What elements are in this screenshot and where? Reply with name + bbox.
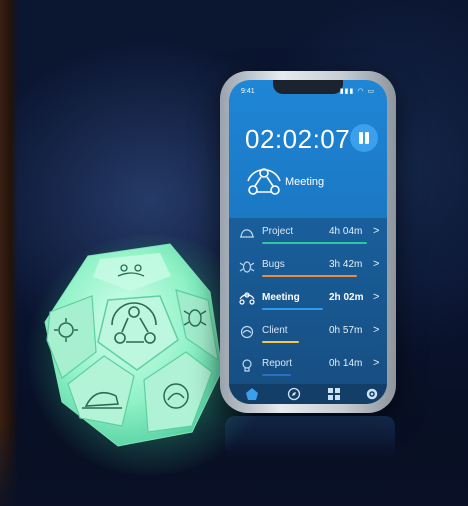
chevron-right-icon: > <box>373 225 380 237</box>
pause-button[interactable] <box>350 124 378 152</box>
status-icons: ▮▮▮ ◠ ▭ <box>339 88 375 95</box>
status-time: 9:41 <box>241 88 255 95</box>
task-row-project[interactable]: Project 4h 04m > <box>229 218 387 251</box>
task-time: 4h 04m <box>329 226 363 237</box>
home-icon[interactable] <box>245 387 259 401</box>
compass-icon[interactable] <box>287 387 301 401</box>
task-list: Project 4h 04m > Bugs 3h 42m > Meeting 2… <box>229 218 387 384</box>
phone-notch <box>273 80 343 94</box>
task-name: Bugs <box>262 259 285 270</box>
task-time: 0h 14m <box>329 358 363 369</box>
chevron-right-icon: > <box>373 324 380 336</box>
phone-reflection <box>225 416 395 458</box>
grid-icon[interactable] <box>327 387 341 401</box>
timer-display: 02:02:07 <box>245 124 351 154</box>
task-progress-bar <box>262 308 323 310</box>
pause-icon-bar <box>359 132 363 144</box>
task-time: 2h 02m <box>329 292 364 303</box>
task-name: Meeting <box>262 292 300 303</box>
meeting-icon <box>239 292 255 305</box>
task-name: Client <box>262 325 288 336</box>
task-progress-bar <box>262 374 291 376</box>
task-row-client[interactable]: Client 0h 57m > <box>229 317 387 350</box>
current-activity-label: Meeting <box>285 176 325 188</box>
chevron-right-icon: > <box>373 357 380 369</box>
chevron-right-icon: > <box>373 258 380 270</box>
task-name: Report <box>262 358 293 369</box>
gear-icon[interactable] <box>365 387 379 401</box>
bug-icon <box>239 261 255 273</box>
status-bar: 9:41 ▮▮▮ ◠ ▭ <box>229 80 387 102</box>
task-progress-bar <box>262 242 367 244</box>
task-time: 0h 57m <box>329 325 363 336</box>
task-time: 3h 42m <box>329 259 363 270</box>
task-progress-bar <box>262 341 299 343</box>
lightbulb-icon <box>242 359 252 372</box>
scene: 9:41 ▮▮▮ ◠ ▭ 02:02:07 Meeting Project 4h… <box>0 0 468 506</box>
task-row-meeting[interactable]: Meeting 2h 02m > <box>229 284 387 317</box>
pause-icon-bar <box>365 132 369 144</box>
tab-bar <box>229 384 387 404</box>
task-row-bugs[interactable]: Bugs 3h 42m > <box>229 251 387 284</box>
handshake-icon <box>240 325 254 339</box>
task-row-report[interactable]: Report 0h 14m > <box>229 350 387 383</box>
task-progress-bar <box>262 275 357 277</box>
app-screen: 9:41 ▮▮▮ ◠ ▭ 02:02:07 Meeting Project 4h… <box>229 80 387 404</box>
chevron-right-icon: > <box>373 291 380 303</box>
smartphone: 9:41 ▮▮▮ ◠ ▭ 02:02:07 Meeting Project 4h… <box>220 71 396 413</box>
meeting-icon <box>247 168 281 195</box>
hardhat-icon <box>240 229 254 238</box>
task-name: Project <box>262 226 294 237</box>
